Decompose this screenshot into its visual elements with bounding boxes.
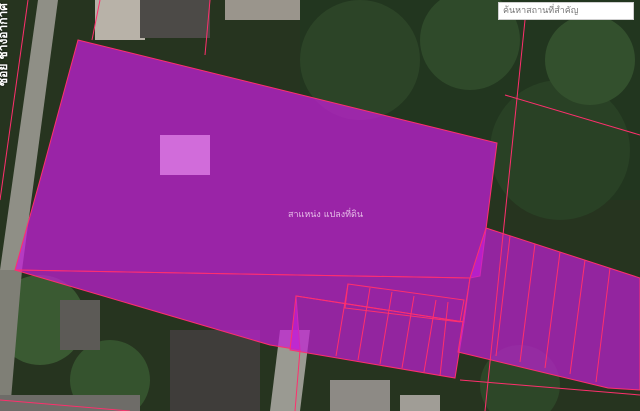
building-roof <box>60 300 100 350</box>
building-roof <box>0 395 140 411</box>
building-roof <box>95 0 145 40</box>
building-roof <box>330 380 390 411</box>
building-roof <box>160 135 210 175</box>
parcel-label: สาแหน่ง แปลงที่ดิน <box>288 210 364 220</box>
search-input[interactable] <box>498 2 634 20</box>
building-roof <box>400 395 440 411</box>
building-roof <box>140 0 210 38</box>
building-roof <box>170 330 260 411</box>
satellite-imagery[interactable] <box>0 0 640 411</box>
tree-cluster <box>490 80 630 220</box>
building-roof <box>225 0 300 20</box>
map-view[interactable]: ซอย ช่างอากาศ สาแหน่ง แปลงที่ดิน <box>0 0 640 411</box>
tree-cluster <box>545 15 635 105</box>
street-label: ซอย ช่างอากาศ <box>0 3 10 86</box>
